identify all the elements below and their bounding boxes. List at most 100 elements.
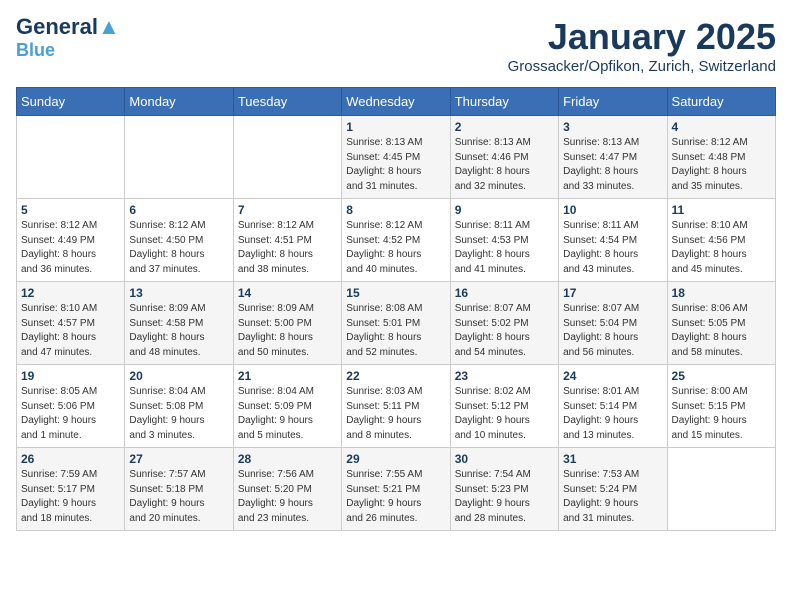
day-number: 23	[455, 369, 554, 383]
calendar-cell: 2 Sunrise: 8:13 AM Sunset: 4:46 PM Daylig…	[450, 116, 558, 199]
day-info: Sunrise: 8:11 AM Sunset: 4:54 PM Dayligh…	[563, 219, 662, 277]
day-number: 9	[455, 203, 554, 217]
calendar-cell: 11 Sunrise: 8:10 AM Sunset: 4:56 PM Dayli…	[667, 199, 775, 282]
col-header-friday: Friday	[559, 88, 667, 116]
calendar-cell: 31 Sunrise: 7:53 AM Sunset: 5:24 PM Dayli…	[559, 448, 667, 531]
calendar-cell	[17, 116, 125, 199]
calendar-cell: 4 Sunrise: 8:12 AM Sunset: 4:48 PM Daylig…	[667, 116, 775, 199]
calendar-cell: 16 Sunrise: 8:07 AM Sunset: 5:02 PM Dayli…	[450, 282, 558, 365]
day-number: 6	[129, 203, 228, 217]
calendar-cell: 1 Sunrise: 8:13 AM Sunset: 4:45 PM Daylig…	[342, 116, 450, 199]
calendar-cell: 15 Sunrise: 8:08 AM Sunset: 5:01 PM Dayli…	[342, 282, 450, 365]
calendar-cell: 18 Sunrise: 8:06 AM Sunset: 5:05 PM Dayli…	[667, 282, 775, 365]
day-number: 31	[563, 452, 662, 466]
day-number: 17	[563, 286, 662, 300]
calendar-cell: 20 Sunrise: 8:04 AM Sunset: 5:08 PM Dayli…	[125, 365, 233, 448]
calendar-cell: 10Sunrise: 8:11 AM Sunset: 4:54 PM Dayli…	[559, 199, 667, 282]
day-number: 22	[346, 369, 445, 383]
calendar-table: SundayMondayTuesdayWednesdayThursdayFrid…	[16, 87, 776, 531]
day-info: Sunrise: 8:10 AM Sunset: 4:57 PM Dayligh…	[21, 302, 120, 360]
calendar-cell: 17Sunrise: 8:07 AM Sunset: 5:04 PM Dayli…	[559, 282, 667, 365]
calendar-cell: 8Sunrise: 8:12 AM Sunset: 4:52 PM Daylig…	[342, 199, 450, 282]
calendar-cell	[233, 116, 341, 199]
day-info: Sunrise: 8:10 AM Sunset: 4:56 PM Dayligh…	[672, 219, 771, 277]
day-number: 30	[455, 452, 554, 466]
day-number: 5	[21, 203, 120, 217]
day-number: 29	[346, 452, 445, 466]
day-number: 15	[346, 286, 445, 300]
col-header-saturday: Saturday	[667, 88, 775, 116]
calendar-cell: 3 Sunrise: 8:13 AM Sunset: 4:47 PM Daylig…	[559, 116, 667, 199]
day-number: 18	[672, 286, 771, 300]
day-number: 25	[672, 369, 771, 383]
day-info: Sunrise: 7:59 AM Sunset: 5:17 PM Dayligh…	[21, 468, 120, 526]
day-number: 16	[455, 286, 554, 300]
day-number: 24	[563, 369, 662, 383]
col-header-tuesday: Tuesday	[233, 88, 341, 116]
day-info: Sunrise: 8:04 AM Sunset: 5:09 PM Dayligh…	[238, 385, 337, 443]
day-info: Sunrise: 8:09 AM Sunset: 4:58 PM Dayligh…	[129, 302, 228, 360]
day-number: 8	[346, 203, 445, 217]
day-info: Sunrise: 8:12 AM Sunset: 4:48 PM Dayligh…	[672, 136, 771, 194]
calendar-cell: 9 Sunrise: 8:11 AM Sunset: 4:53 PM Daylig…	[450, 199, 558, 282]
day-number: 3	[563, 120, 662, 134]
day-number: 20	[129, 369, 228, 383]
day-info: Sunrise: 8:03 AM Sunset: 5:11 PM Dayligh…	[346, 385, 445, 443]
day-info: Sunrise: 7:53 AM Sunset: 5:24 PM Dayligh…	[563, 468, 662, 526]
day-info: Sunrise: 8:00 AM Sunset: 5:15 PM Dayligh…	[672, 385, 771, 443]
day-info: Sunrise: 8:05 AM Sunset: 5:06 PM Dayligh…	[21, 385, 120, 443]
day-info: Sunrise: 8:06 AM Sunset: 5:05 PM Dayligh…	[672, 302, 771, 360]
day-number: 21	[238, 369, 337, 383]
calendar-cell: 22 Sunrise: 8:03 AM Sunset: 5:11 PM Dayli…	[342, 365, 450, 448]
day-number: 7	[238, 203, 337, 217]
calendar-cell: 28 Sunrise: 7:56 AM Sunset: 5:20 PM Dayli…	[233, 448, 341, 531]
col-header-thursday: Thursday	[450, 88, 558, 116]
day-number: 19	[21, 369, 120, 383]
day-info: Sunrise: 8:12 AM Sunset: 4:49 PM Dayligh…	[21, 219, 120, 277]
calendar-cell: 6Sunrise: 8:12 AM Sunset: 4:50 PM Daylig…	[125, 199, 233, 282]
day-number: 11	[672, 203, 771, 217]
day-info: Sunrise: 8:11 AM Sunset: 4:53 PM Dayligh…	[455, 219, 554, 277]
calendar-cell: 24 Sunrise: 8:01 AM Sunset: 5:14 PM Dayli…	[559, 365, 667, 448]
calendar-cell: 21 Sunrise: 8:04 AM Sunset: 5:09 PM Dayli…	[233, 365, 341, 448]
day-number: 4	[672, 120, 771, 134]
page-header: General▲ Blue January 2025 Grossacker/Op…	[16, 16, 776, 75]
day-number: 26	[21, 452, 120, 466]
day-info: Sunrise: 8:02 AM Sunset: 5:12 PM Dayligh…	[455, 385, 554, 443]
calendar-cell	[667, 448, 775, 531]
day-info: Sunrise: 8:12 AM Sunset: 4:51 PM Dayligh…	[238, 219, 337, 277]
calendar-cell: 27 Sunrise: 7:57 AM Sunset: 5:18 PM Dayli…	[125, 448, 233, 531]
calendar-cell: 7 Sunrise: 8:12 AM Sunset: 4:51 PM Daylig…	[233, 199, 341, 282]
day-number: 13	[129, 286, 228, 300]
day-info: Sunrise: 7:55 AM Sunset: 5:21 PM Dayligh…	[346, 468, 445, 526]
calendar-cell: 14 Sunrise: 8:09 AM Sunset: 5:00 PM Dayli…	[233, 282, 341, 365]
location: Grossacker/Opfikon, Zurich, Switzerland	[508, 58, 776, 75]
calendar-cell: 25 Sunrise: 8:00 AM Sunset: 5:15 PM Dayli…	[667, 365, 775, 448]
day-info: Sunrise: 8:09 AM Sunset: 5:00 PM Dayligh…	[238, 302, 337, 360]
day-number: 12	[21, 286, 120, 300]
day-info: Sunrise: 8:13 AM Sunset: 4:45 PM Dayligh…	[346, 136, 445, 194]
calendar-cell: 23 Sunrise: 8:02 AM Sunset: 5:12 PM Dayli…	[450, 365, 558, 448]
day-info: Sunrise: 7:54 AM Sunset: 5:23 PM Dayligh…	[455, 468, 554, 526]
logo-text: General▲ Blue	[16, 16, 120, 60]
day-info: Sunrise: 8:07 AM Sunset: 5:02 PM Dayligh…	[455, 302, 554, 360]
calendar-cell: 13 Sunrise: 8:09 AM Sunset: 4:58 PM Dayli…	[125, 282, 233, 365]
calendar-cell: 5 Sunrise: 8:12 AM Sunset: 4:49 PM Daylig…	[17, 199, 125, 282]
calendar-cell: 29 Sunrise: 7:55 AM Sunset: 5:21 PM Dayli…	[342, 448, 450, 531]
day-info: Sunrise: 8:04 AM Sunset: 5:08 PM Dayligh…	[129, 385, 228, 443]
day-info: Sunrise: 8:13 AM Sunset: 4:47 PM Dayligh…	[563, 136, 662, 194]
col-header-monday: Monday	[125, 88, 233, 116]
day-info: Sunrise: 8:08 AM Sunset: 5:01 PM Dayligh…	[346, 302, 445, 360]
day-number: 28	[238, 452, 337, 466]
day-info: Sunrise: 7:57 AM Sunset: 5:18 PM Dayligh…	[129, 468, 228, 526]
day-info: Sunrise: 8:13 AM Sunset: 4:46 PM Dayligh…	[455, 136, 554, 194]
day-number: 27	[129, 452, 228, 466]
day-number: 14	[238, 286, 337, 300]
logo: General▲ Blue	[16, 16, 120, 60]
day-number: 1	[346, 120, 445, 134]
day-number: 2	[455, 120, 554, 134]
day-info: Sunrise: 7:56 AM Sunset: 5:20 PM Dayligh…	[238, 468, 337, 526]
calendar-cell: 12 Sunrise: 8:10 AM Sunset: 4:57 PM Dayli…	[17, 282, 125, 365]
col-header-sunday: Sunday	[17, 88, 125, 116]
day-info: Sunrise: 8:01 AM Sunset: 5:14 PM Dayligh…	[563, 385, 662, 443]
